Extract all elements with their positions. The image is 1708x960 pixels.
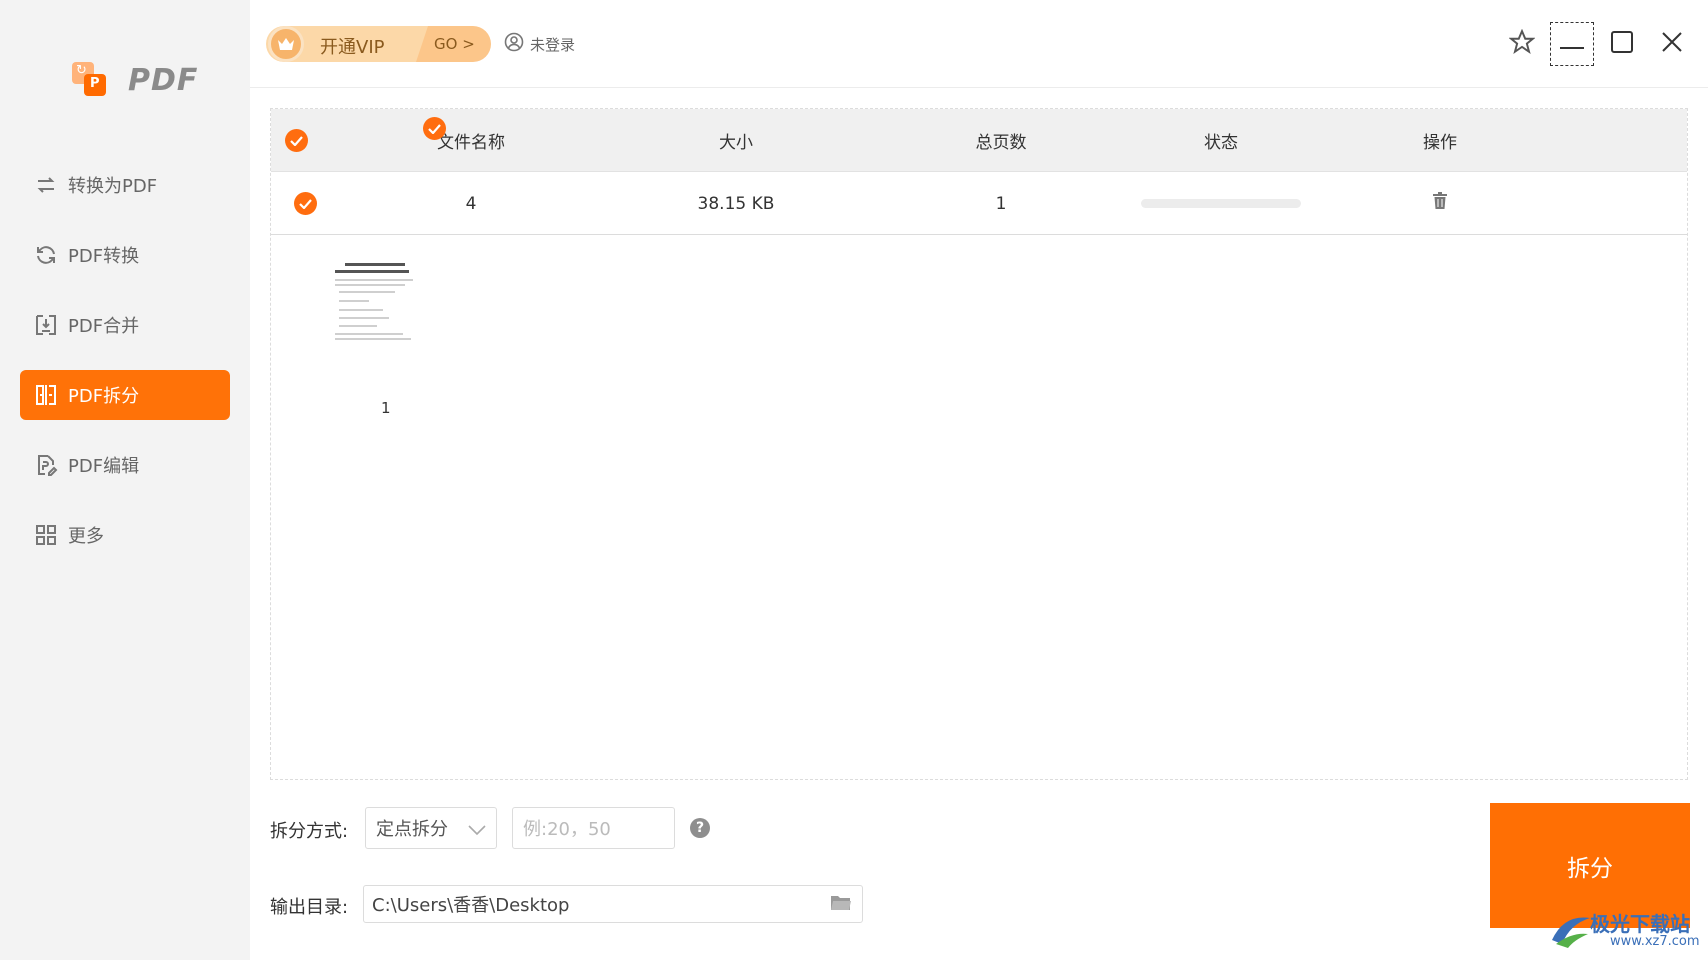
row-checkbox[interactable] [285,172,325,235]
pdf-logo-icon: ↻ P [68,58,110,102]
watermark-url: www.xz7.com [1610,934,1700,949]
select-all-checkbox[interactable] [285,109,308,172]
page-checkbox[interactable] [423,117,446,140]
check-icon [293,192,317,215]
minimize-button[interactable] [1550,22,1594,66]
header-size: 大小 [719,133,753,153]
sidebar-item-label: 更多 [68,526,104,547]
app-logo: ↻ P PDF [68,58,198,102]
grid-icon [32,521,60,549]
split-points-input[interactable]: 例:20，50 [512,807,675,849]
chevron-down-icon [468,820,486,841]
output-path-value: C:\Users\香香\Desktop [372,895,570,916]
check-icon [423,117,446,140]
sidebar-item-pdf-convert[interactable]: PDF转换 [20,230,230,280]
vip-label: 开通VIP [320,37,385,58]
maximize-icon [1610,30,1634,58]
close-icon [1661,31,1683,57]
page-preview-image [331,257,441,367]
refresh-icon [32,241,60,269]
header-file-name: 文件名称 [437,133,505,153]
delete-button[interactable] [1340,172,1540,235]
sidebar-item-label: PDF拆分 [68,386,140,407]
progress-bar [1141,199,1301,208]
page-thumbnail[interactable] [331,257,481,367]
site-watermark: 极光下载站 www.xz7.com [1548,900,1708,960]
sidebar-item-pdf-edit[interactable]: PDF编辑 [20,440,230,490]
login-button[interactable]: 未登录 [504,32,575,56]
convert-to-icon [32,171,60,199]
minimize-icon [1560,35,1584,54]
edit-doc-icon [32,451,60,479]
sidebar-item-label: PDF编辑 [68,456,140,477]
header-status: 状态 [1204,133,1238,153]
split-mode-select[interactable]: 定点拆分 [365,807,497,849]
top-bar: 开通VIP GO > 未登录 [250,0,1708,88]
sidebar-item-label: PDF转换 [68,246,140,267]
output-dir-label: 输出目录: [270,897,349,918]
header-pages: 总页数 [975,133,1027,153]
watermark-logo-icon [1548,910,1594,950]
cell-status [1121,172,1321,235]
folder-icon[interactable] [830,894,852,917]
sidebar-item-convert-to-pdf[interactable]: 转换为PDF [20,160,230,210]
output-path-field[interactable]: C:\Users\香香\Desktop [363,885,863,923]
file-list-panel: 文件名称 大小 总页数 状态 操作 4 38.15 KB 1 1 [270,108,1688,780]
login-label: 未登录 [530,35,576,54]
sidebar-item-pdf-split[interactable]: PDF拆分 [20,370,230,420]
maximize-button[interactable] [1600,22,1644,66]
cell-pages: 1 [995,193,1007,214]
window-controls [1494,22,1694,66]
vip-go-label: GO > [434,35,475,53]
user-icon [504,32,524,56]
star-icon [1508,28,1536,59]
table-row: 4 38.15 KB 1 [271,172,1687,235]
merge-icon [32,311,60,339]
vip-button[interactable]: 开通VIP GO > [266,26,491,62]
cell-file-name: 4 [465,193,477,214]
split-icon [32,381,60,409]
table-header: 文件名称 大小 总页数 状态 操作 [271,109,1687,172]
check-icon [285,129,308,152]
trash-icon [1432,192,1448,215]
help-icon[interactable]: ? [690,818,710,838]
logo-text: PDF [128,62,199,98]
cell-size: 38.15 KB [697,193,775,214]
split-mode-value: 定点拆分 [376,819,448,840]
split-mode-label: 拆分方式: [270,821,349,842]
close-button[interactable] [1650,22,1694,66]
watermark-name: 极光下载站 [1590,912,1690,936]
sidebar: ↻ P PDF 转换为PDF PDF转换 PDF合并 PDF拆分 PDF编辑 更… [0,0,250,960]
sidebar-item-label: 转换为PDF [68,176,158,197]
sidebar-nav: 转换为PDF PDF转换 PDF合并 PDF拆分 PDF编辑 更多 [20,160,230,580]
sidebar-item-more[interactable]: 更多 [20,510,230,560]
crown-icon [268,26,304,62]
page-number: 1 [381,399,391,417]
sidebar-item-pdf-merge[interactable]: PDF合并 [20,300,230,350]
header-action: 操作 [1423,133,1457,153]
sidebar-item-label: PDF合并 [68,316,140,337]
favorite-button[interactable] [1500,22,1544,66]
